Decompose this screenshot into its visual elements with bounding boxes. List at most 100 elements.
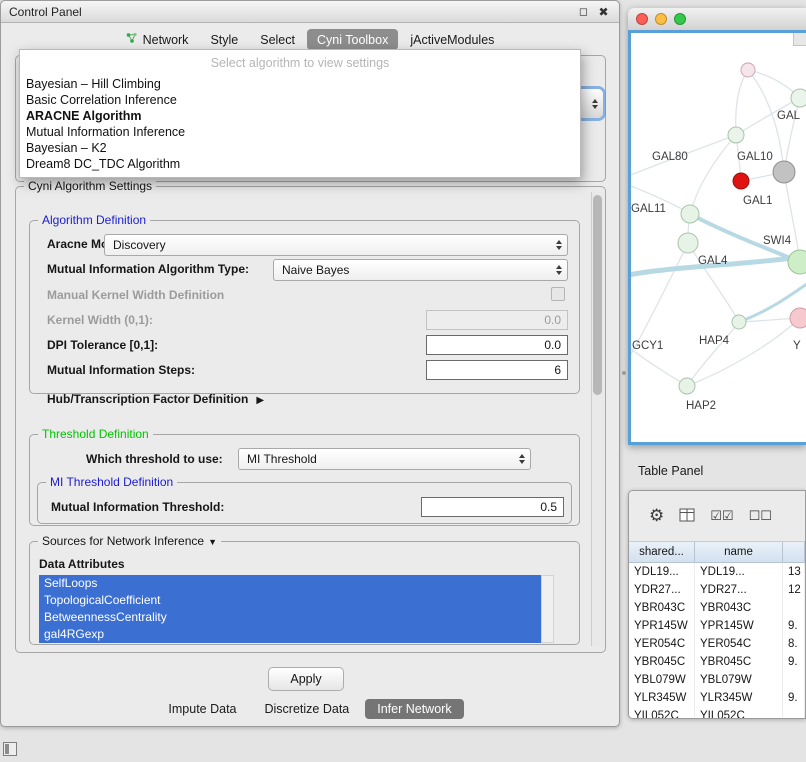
- network-node[interactable]: [790, 308, 806, 328]
- tab-label: Discretize Data: [265, 702, 350, 716]
- float-window-icon[interactable]: ◻: [576, 5, 591, 18]
- network-node[interactable]: [788, 250, 806, 274]
- group-title: Algorithm Definition: [38, 213, 150, 227]
- manual-kernel-checkbox[interactable]: [551, 287, 565, 301]
- network-graph[interactable]: GAL80GAL10GAL11GAL1SWI4GAL4GCY1HAP4HAP2G…: [631, 33, 806, 442]
- tab-impute-data[interactable]: Impute Data: [156, 699, 248, 719]
- hub-section-toggle[interactable]: Hub/Transcription Factor Definition ▶: [47, 392, 264, 406]
- table-cell: YBR045C: [695, 653, 783, 671]
- expanded-arrow-icon: ▼: [208, 537, 217, 547]
- scrollbar-thumb[interactable]: [593, 195, 602, 395]
- tab-discretize-data[interactable]: Discretize Data: [253, 699, 362, 719]
- selected-value: Naive Bayes: [282, 263, 349, 277]
- tab-select[interactable]: Select: [250, 29, 305, 50]
- network-tab-icon: [126, 32, 138, 47]
- network-node[interactable]: [773, 161, 795, 183]
- restore-panel-icon[interactable]: [3, 742, 17, 756]
- network-node-label: GAL1: [743, 195, 772, 207]
- table-row[interactable]: YIL052CYIL052C: [629, 707, 805, 719]
- algorithm-option[interactable]: Bayesian – Hill Climbing: [20, 76, 580, 92]
- tab-jactivemodules[interactable]: jActiveModules: [400, 29, 504, 50]
- network-window-titlebar[interactable]: [628, 8, 806, 31]
- close-icon[interactable]: ✖: [596, 5, 611, 19]
- select-all-columns-icon[interactable]: ☑☑: [710, 508, 733, 524]
- table-cell: [783, 671, 805, 689]
- table-cell: YLR345W: [629, 689, 695, 707]
- network-node[interactable]: [733, 173, 749, 189]
- attributes-list-scrollbar[interactable]: [541, 575, 554, 643]
- table-column-header[interactable]: [783, 542, 805, 563]
- table-panel-titlebar[interactable]: Table Panel: [628, 456, 806, 486]
- network-canvas[interactable]: GAL80GAL10GAL11GAL1SWI4GAL4GCY1HAP4HAP2G…: [628, 30, 806, 445]
- table-cell: YDR27...: [695, 581, 783, 599]
- network-node[interactable]: [732, 315, 746, 329]
- algorithm-option[interactable]: Mutual Information Inference: [20, 124, 580, 140]
- mi-algorithm-type-select[interactable]: Naive Bayes: [273, 259, 568, 281]
- manual-kernel-label: Manual Kernel Width Definition: [47, 288, 224, 302]
- table-cell: YER054C: [629, 635, 695, 653]
- deselect-all-columns-icon[interactable]: ☐☐: [749, 508, 772, 524]
- which-threshold-label: Which threshold to use:: [86, 452, 223, 466]
- tab-label: jActiveModules: [410, 33, 494, 47]
- network-node[interactable]: [681, 205, 699, 223]
- close-traffic-light-icon[interactable]: [636, 13, 648, 25]
- collapsed-arrow-icon: ▶: [256, 395, 264, 406]
- node-table: shared...name YDL19...YDL19...13YDR27...…: [629, 542, 805, 718]
- network-edge[interactable]: [784, 172, 800, 262]
- table-row[interactable]: YLR345WYLR345W9.: [629, 689, 805, 707]
- table-row[interactable]: YBR045CYBR045C9.: [629, 653, 805, 671]
- network-node[interactable]: [791, 89, 806, 107]
- network-edge[interactable]: [687, 318, 800, 386]
- table-row[interactable]: YBL079WYBL079W: [629, 671, 805, 689]
- data-attributes-list[interactable]: SelfLoopsTopologicalCoefficientBetweenne…: [39, 575, 541, 643]
- data-attribute-item[interactable]: BetweennessCentrality: [39, 609, 541, 626]
- tab-cyni-toolbox[interactable]: Cyni Toolbox: [307, 29, 398, 50]
- table-row[interactable]: YDR27...YDR27...12: [629, 581, 805, 599]
- algorithm-option[interactable]: Basic Correlation Inference: [20, 92, 580, 108]
- network-edge[interactable]: [687, 322, 739, 386]
- table-cell: 9.: [783, 617, 805, 635]
- table-row[interactable]: YPR145WYPR145W9.: [629, 617, 805, 635]
- algorithm-option[interactable]: Dream8 DC_TDC Algorithm: [20, 156, 580, 172]
- table-cell: YDL19...: [695, 563, 783, 581]
- table-column-header[interactable]: name: [695, 542, 783, 563]
- table-body: YDL19...YDL19...13YDR27...YDR27...12YBR0…: [629, 563, 805, 719]
- columns-icon[interactable]: [679, 508, 695, 525]
- control-panel-titlebar[interactable]: Control Panel ◻ ✖: [1, 1, 619, 23]
- selected-value: Discovery: [113, 238, 166, 252]
- table-row[interactable]: YDL19...YDL19...13: [629, 563, 805, 581]
- tab-infer-network[interactable]: Infer Network: [365, 699, 463, 719]
- algorithm-options-list: Bayesian – Hill ClimbingBasic Correlatio…: [20, 76, 580, 172]
- gear-icon[interactable]: ⚙: [649, 506, 664, 526]
- table-row[interactable]: YER054CYER054C8.: [629, 635, 805, 653]
- table-column-header[interactable]: shared...: [629, 542, 695, 563]
- tab-network[interactable]: Network: [116, 29, 199, 50]
- tab-style[interactable]: Style: [200, 29, 248, 50]
- sources-group-toggle[interactable]: Sources for Network Inference▼: [38, 534, 221, 548]
- dropdown-placeholder: Select algorithm to view settings: [20, 50, 580, 76]
- which-threshold-select[interactable]: MI Threshold: [238, 448, 531, 470]
- algorithm-option[interactable]: ARACNE Algorithm: [20, 108, 580, 124]
- hub-section-label: Hub/Transcription Factor Definition: [47, 392, 248, 406]
- apply-button[interactable]: Apply: [268, 667, 344, 691]
- dpi-tolerance-field[interactable]: 0.0: [426, 335, 568, 355]
- network-edge[interactable]: [690, 135, 736, 214]
- network-node[interactable]: [679, 378, 695, 394]
- mi-steps-field[interactable]: 6: [426, 360, 568, 380]
- network-edge[interactable]: [736, 70, 748, 135]
- zoom-traffic-light-icon[interactable]: [674, 13, 686, 25]
- network-node[interactable]: [678, 233, 698, 253]
- mi-threshold-field[interactable]: 0.5: [421, 497, 564, 517]
- algorithm-option[interactable]: Bayesian – K2: [20, 140, 580, 156]
- data-attribute-item[interactable]: TopologicalCoefficient: [39, 592, 541, 609]
- minimize-traffic-light-icon[interactable]: [655, 13, 667, 25]
- control-panel-tab-bar: Network Style Select Cyni Toolbox jActiv…: [1, 29, 619, 50]
- splitter-handle[interactable]: [622, 371, 626, 375]
- settings-scrollbar[interactable]: [591, 192, 604, 646]
- network-node[interactable]: [728, 127, 744, 143]
- data-attribute-item[interactable]: gal4RGexp: [39, 626, 541, 643]
- aracne-mode-select[interactable]: Discovery: [104, 234, 568, 256]
- data-attribute-item[interactable]: SelfLoops: [39, 575, 541, 592]
- table-row[interactable]: YBR043CYBR043C: [629, 599, 805, 617]
- network-node[interactable]: [741, 63, 755, 77]
